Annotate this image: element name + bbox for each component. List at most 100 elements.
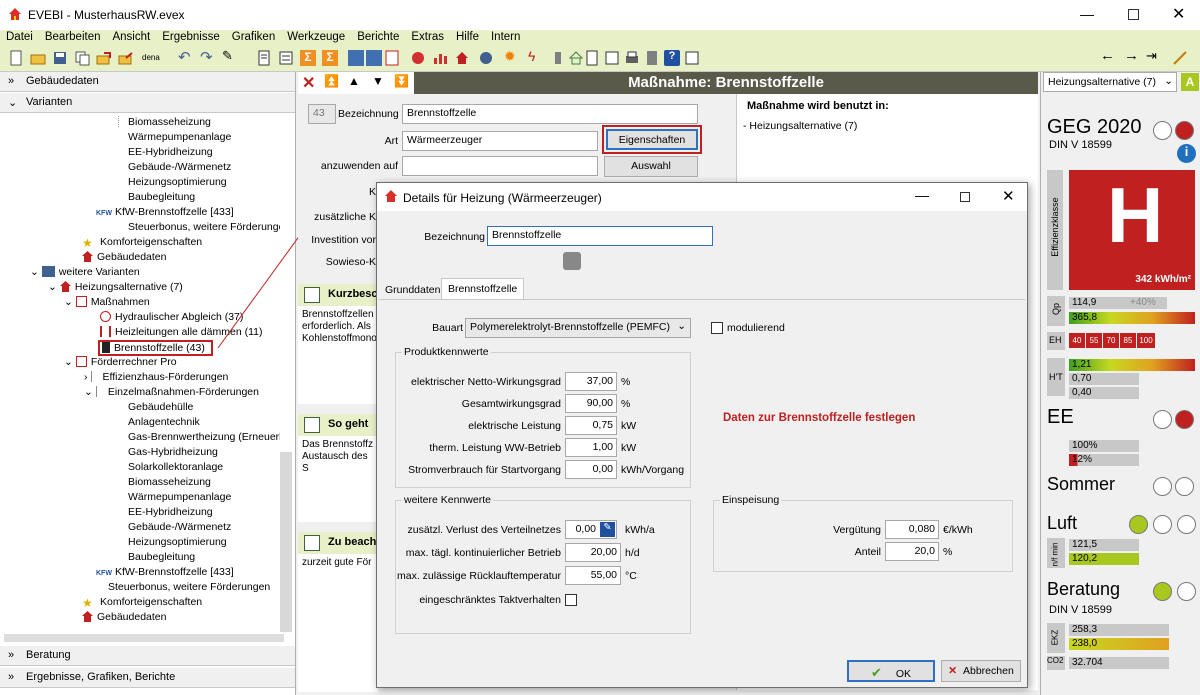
status-circle-empty [1177,582,1196,601]
unit-label: kW [621,420,637,432]
chevron-down-icon: ⌄ [677,320,686,332]
bezeichnung-field[interactable]: Brennstoffzelle [402,104,698,124]
info-book-icon [304,417,320,433]
eigenschaften-button[interactable]: Eigenschaften [606,129,698,150]
unit-label: % [621,398,631,410]
edit-pencil-icon[interactable]: ✎ [600,522,615,537]
verlust-field[interactable]: 0,00 ✎ [565,520,617,539]
betrieb-field[interactable]: 20,00 [565,543,621,562]
ekz-label: EKZ [1047,623,1065,653]
status-circle-empty [1153,121,1172,140]
unit-label: °C [625,570,637,582]
hint-text: Daten zur Brennstoffzelle festlegen [723,412,916,424]
anzuwenden-field[interactable] [402,156,598,176]
details-dialog: Details für Heizung (Wärmeerzeuger) — ✕ … [376,182,1028,688]
eh-box: 55 [1086,333,1102,348]
ht-bar: 0,40 [1069,387,1139,399]
auswahl-button[interactable]: Auswahl [604,156,698,177]
ht-label: H'T [1047,358,1065,396]
qp-percent: +40% [1127,297,1167,309]
unit-label: kWh/a [625,524,655,536]
dialog-bezeichnung-field[interactable]: Brennstoffzelle [487,226,713,246]
eh-box: 100 [1137,333,1155,348]
info-text: Brennstoffzellen [302,309,374,320]
eh-boxes: 40 55 70 85 100 [1069,333,1155,348]
stromverbrauch-field[interactable]: 0,00 [565,460,617,479]
verguetung-label: Vergütung [833,524,881,536]
dialog-title: Details für Heizung (Wärmeerzeuger) [403,191,602,205]
info-icon[interactable]: i [1177,144,1196,163]
qp-label: Qp [1047,296,1065,326]
elektrische-leistung-field[interactable]: 0,75 [565,416,617,435]
efficiency-class-box: H 342 kWh/m² [1069,170,1195,290]
status-circle-green [1129,515,1148,534]
status-circle-empty [1153,515,1172,534]
a-badge-icon[interactable]: A [1181,73,1199,91]
unit-label: % [621,376,631,388]
dialog-title-bar: Details für Heizung (Wärmeerzeuger) — ✕ [377,183,1027,211]
maximize-icon[interactable] [960,192,970,202]
minimize-icon[interactable]: — [915,187,929,203]
variant-dropdown[interactable]: Heizungsalternative (7) ⌄ [1043,72,1177,92]
takt-checkbox[interactable] [565,594,577,606]
elektrische-leistung-label: elektrische Leistung [468,420,561,432]
ruecklauf-field[interactable]: 55,00 [565,566,621,585]
tab-grunddaten[interactable]: Grunddaten [381,282,444,300]
netto-wirkungsgrad-label: elektrischer Netto-Wirkungsgrad [411,376,561,388]
unit-label: kW [621,442,637,454]
einspeisung-group: Einspeisung [713,494,1013,572]
status-circle-red [1175,121,1194,140]
ht-bar: 0,70 [1069,373,1139,385]
anteil-field[interactable]: 20,0 [885,542,939,561]
fuel-cell-icon [563,252,581,270]
netto-wirkungsgrad-field[interactable]: 37,00 [565,372,617,391]
anzuwenden-label: anzuwenden auf [320,160,398,172]
art-field[interactable]: Wärmeerzeuger [402,131,598,151]
gesamtwirkungsgrad-field[interactable]: 90,00 [565,394,617,413]
move-top-icon[interactable]: ⏫ [324,74,339,88]
beratung-title: Beratung [1047,579,1121,599]
ee-bar: 12% [1069,454,1139,466]
qp-bar: 114,9 [1069,297,1129,309]
abbrechen-button[interactable]: ✕ Abbrechen [941,660,1021,682]
rating-panel: Heizungsalternative (7) ⌄ A GEG 2020 DIN … [1040,72,1200,695]
info-box-header: So geht [298,414,378,436]
unit-label: €/kWh [943,524,973,536]
takt-label: eingeschränktes Taktverhalten [419,594,561,606]
delete-icon[interactable]: ✕ [302,73,315,93]
bezeichnung-label: Bezeichnung [338,108,399,120]
status-circle-empty [1153,477,1172,496]
bauart-select[interactable]: Polymerelektrolyt-Brennstoffzelle (PEMFC… [465,318,691,338]
row-label: Investition vor [311,234,376,246]
verguetung-field[interactable]: 0,080 [885,520,939,539]
ht-bar: 1,21 [1069,359,1195,371]
modulierend-checkbox[interactable] [711,322,723,334]
so-geht-box: So geht Das Brennstoffz Austausch des S [298,414,378,522]
stromverbrauch-label: Stromverbrauch für Startvorgang [408,464,561,476]
move-up-icon[interactable]: ▲ [348,74,360,88]
eh-box: 40 [1069,333,1085,348]
ok-button[interactable]: ✔ OK [847,660,935,682]
move-down-icon[interactable]: ▼ [372,74,384,88]
status-circle-empty [1153,410,1172,429]
close-icon[interactable]: ✕ [1002,187,1015,205]
used-in-item[interactable]: - Heizungsalternative (7) [743,120,857,132]
info-text: zurzeit gute För [302,557,372,568]
info-text: Kohlenstoffmono [302,333,377,344]
checkmark-icon: ✔ [870,665,882,680]
info-text: Austausch des S [302,451,368,474]
unit-label: % [943,546,953,558]
anteil-label: Anteil [854,546,881,558]
info-text: erforderlich. Als [302,321,371,332]
move-bottom-icon[interactable]: ⏬ [394,74,409,88]
cancel-x-icon: ✕ [948,665,957,677]
therm-leistung-field[interactable]: 1,00 [565,438,617,457]
effizienz-label: Effizienzklasse [1047,170,1063,290]
row-label: K [368,186,376,198]
luft-title: Luft [1047,513,1078,533]
info-book-icon [304,535,320,551]
gesamtwirkungsgrad-label: Gesamtwirkungsgrad [461,398,561,410]
page-title: Maßnahme: Brennstoffzelle [414,72,1038,94]
tab-brennstoffzelle[interactable]: Brennstoffzelle [441,278,525,300]
unit-label: kWh/Vorgang [621,464,685,476]
